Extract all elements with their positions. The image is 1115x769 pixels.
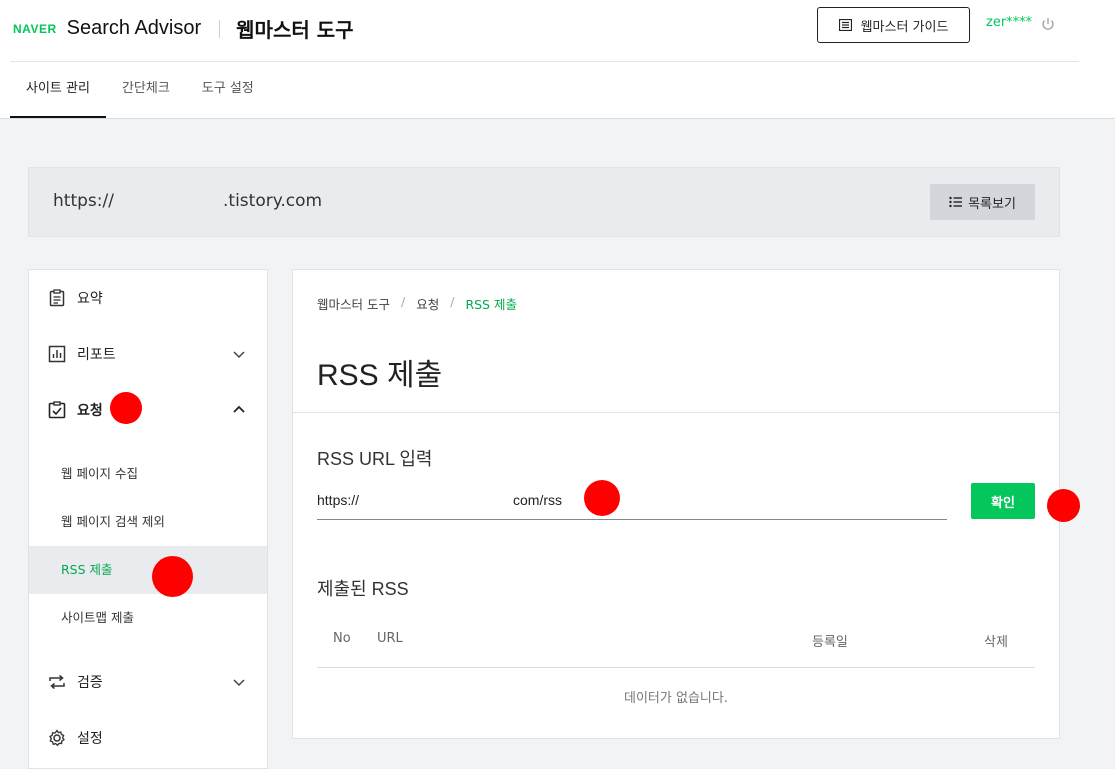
site-url-suffix: .tistory.com: [223, 191, 323, 211]
webmaster-guide-label: 웹마스터 가이드: [860, 19, 949, 35]
confirm-button[interactable]: 확인: [971, 483, 1035, 519]
chevron-up-icon[interactable]: [233, 404, 245, 416]
main-tabs: 사이트 관리 간단체크 도구 설정: [10, 62, 270, 118]
main-panel: 웹마스터 도구 / 요청 / RSS 제출 RSS 제출 RSS URL 입력 …: [292, 269, 1060, 739]
gear-icon: [49, 729, 65, 747]
tab-tool-settings[interactable]: 도구 설정: [186, 62, 270, 118]
rss-url-value-prefix: https://: [317, 492, 360, 508]
sidebar-item-label: 요약: [77, 291, 103, 307]
table-header-delete: 삭제: [984, 635, 1008, 650]
user-id[interactable]: zer****: [986, 15, 1032, 30]
clipboard-icon: [49, 289, 65, 307]
list-view-label: 목록보기: [968, 196, 1016, 212]
breadcrumb-item[interactable]: 웹마스터 도구: [317, 294, 390, 313]
sidebar-subitem-sitemap-submit[interactable]: 사이트맵 제출: [29, 594, 267, 642]
checklist-icon: [48, 401, 66, 419]
product-name[interactable]: Search Advisor: [67, 17, 202, 40]
annotation-marker: [110, 392, 142, 424]
sidebar-item-label: 설정: [77, 731, 103, 747]
table-header-date: 등록일: [812, 635, 848, 650]
breadcrumb-separator: /: [450, 294, 455, 309]
tab-quick-check[interactable]: 간단체크: [106, 62, 186, 118]
sidebar-item-verify[interactable]: 검증: [29, 654, 267, 710]
list-icon: [949, 196, 963, 208]
list-view-button[interactable]: 목록보기: [930, 184, 1035, 220]
annotation-marker: [1047, 489, 1080, 522]
sidebar-item-request[interactable]: 요청: [29, 382, 267, 438]
sidebar-item-settings[interactable]: 설정: [29, 710, 267, 766]
chevron-down-icon[interactable]: [233, 676, 245, 688]
sidebar-item-label: 검증: [77, 675, 103, 691]
brand[interactable]: NAVER Search Advisor 웹마스터 도구: [13, 14, 354, 43]
sidebar: 요약 리포트 요청 웹 페이지 수집 웹 페이지 검색 제외 RSS 제출 사이…: [28, 269, 268, 769]
webmaster-guide-button[interactable]: 웹마스터 가이드: [817, 7, 970, 43]
sidebar-item-label: 리포트: [77, 347, 116, 363]
repeat-arrows-icon: [49, 674, 65, 690]
sidebar-subitem-rss-submit[interactable]: RSS 제출: [29, 546, 267, 594]
page-title: RSS 제출: [317, 359, 443, 392]
tab-site-management[interactable]: 사이트 관리: [10, 62, 106, 118]
rss-url-input[interactable]: [317, 482, 947, 520]
rss-url-value-suffix: com/rss: [513, 492, 562, 508]
annotation-marker: [584, 480, 620, 516]
site-selector-bar: https:// .tistory.com 목록보기: [28, 167, 1060, 237]
table-header-url: URL: [377, 631, 403, 646]
breadcrumb-item[interactable]: 요청: [416, 294, 439, 313]
breadcrumb-separator: /: [400, 294, 406, 309]
empty-state-text: 데이터가 없습니다.: [624, 691, 728, 706]
table-header-no: No: [333, 631, 351, 646]
sidebar-item-summary[interactable]: 요약: [29, 270, 267, 326]
rss-url-input-title: RSS URL 입력: [317, 449, 433, 469]
top-header: NAVER Search Advisor 웹마스터 도구 웹마스터 가이드 ze…: [0, 0, 1115, 119]
tool-title[interactable]: 웹마스터 도구: [236, 14, 353, 43]
sidebar-subitem-page-collect[interactable]: 웹 페이지 수집: [29, 450, 267, 498]
site-url-prefix: https://: [53, 191, 114, 211]
chevron-down-icon[interactable]: [233, 348, 245, 360]
sidebar-item-label: 요청: [77, 403, 103, 419]
logout-power-icon[interactable]: [1040, 16, 1056, 32]
title-divider: [293, 412, 1059, 413]
breadcrumb-current: RSS 제출: [465, 297, 517, 312]
annotation-marker: [152, 556, 193, 597]
title-divider: [219, 19, 221, 38]
submitted-rss-title: 제출된 RSS: [317, 579, 409, 599]
breadcrumb: 웹마스터 도구 / 요청 / RSS 제출: [317, 294, 517, 313]
naver-logo[interactable]: NAVER: [13, 22, 57, 36]
sidebar-item-report[interactable]: 리포트: [29, 326, 267, 382]
sidebar-subitem-page-exclude[interactable]: 웹 페이지 검색 제외: [29, 498, 267, 546]
table-header-divider: [317, 667, 1035, 668]
bar-chart-icon: [48, 345, 66, 363]
document-icon: [838, 19, 852, 31]
